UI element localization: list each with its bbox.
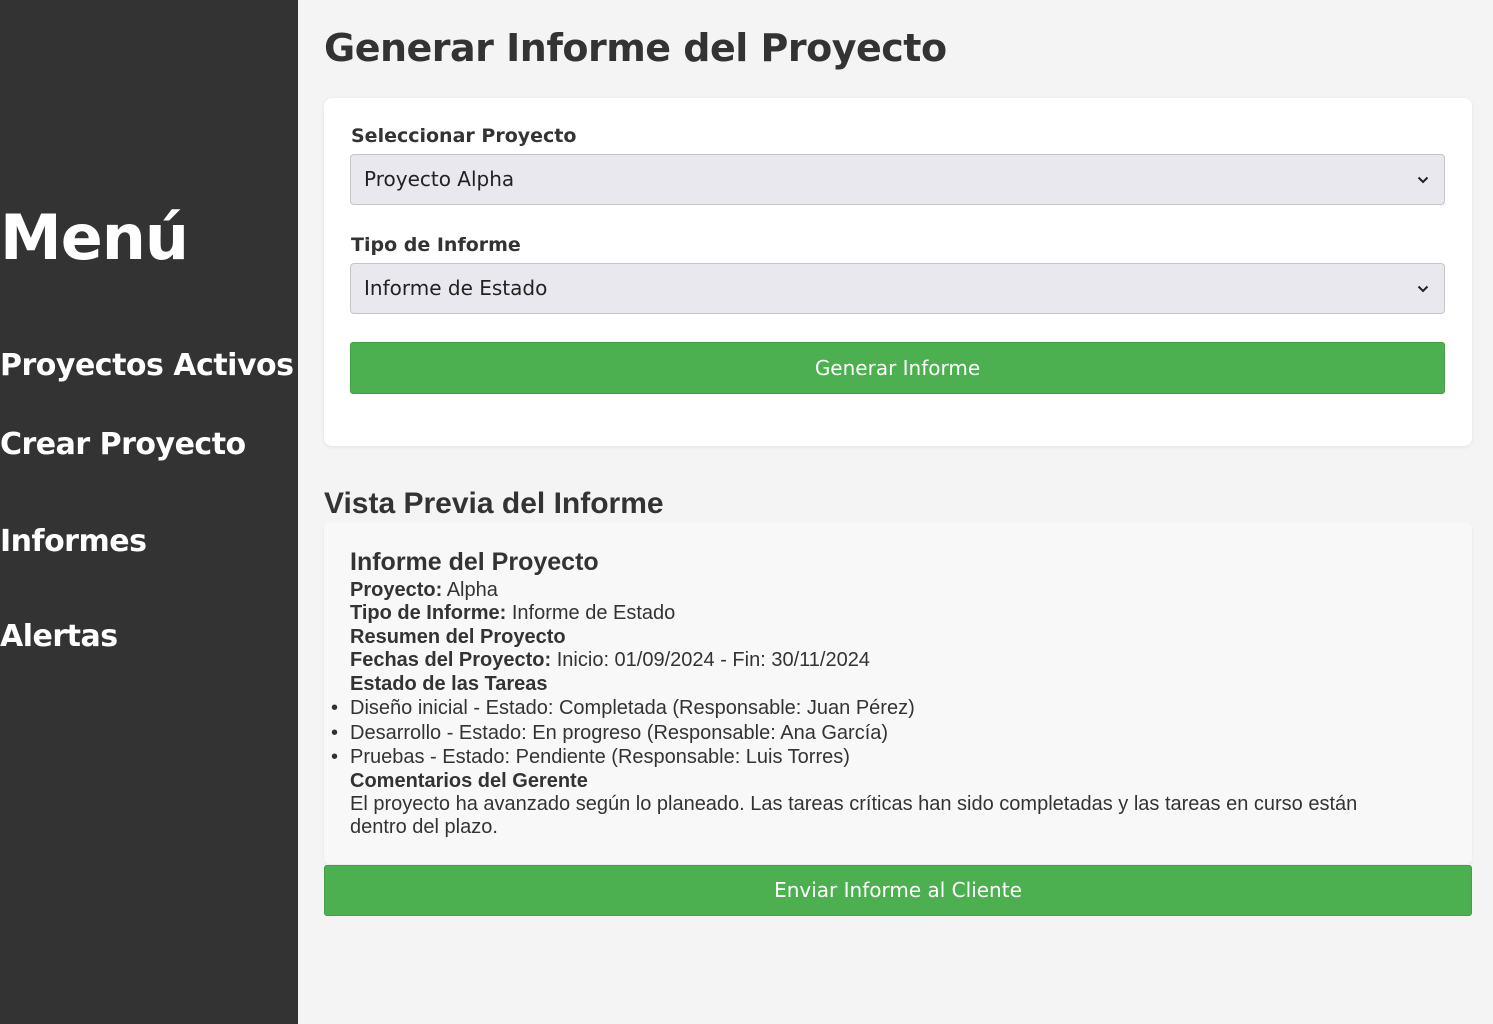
report-type-row: Tipo de Informe: Informe de Estado [350, 602, 1430, 625]
list-item: Diseño inicial - Estado: Completada (Res… [331, 696, 1430, 721]
list-item: Desarrollo - Estado: En progreso (Respon… [331, 721, 1430, 746]
page-title: Generar Informe del Proyecto [324, 26, 947, 70]
sidebar-title: Menú [0, 201, 189, 274]
report-type-select-value: Informe de Estado [364, 276, 548, 300]
report-project-row: Proyecto: Alpha [350, 579, 1430, 602]
report-type-select-label: Tipo de Informe [351, 234, 521, 256]
report-type-key: Tipo de Informe: [350, 602, 507, 625]
summary-heading: Resumen del Proyecto [350, 625, 566, 648]
project-select-label: Seleccionar Proyecto [351, 125, 577, 147]
report-preview: Informe del Proyecto Proyecto: Alpha Tip… [324, 522, 1472, 864]
list-item: Pruebas - Estado: Pendiente (Responsable… [331, 745, 1430, 770]
tasks-heading: Estado de las Tareas [350, 672, 548, 695]
report-form-card: Seleccionar Proyecto Proyecto Alpha Tipo… [324, 98, 1472, 446]
report-project-key: Proyecto: [350, 579, 443, 601]
report-dates-row: Fechas del Proyecto: Inicio: 01/09/2024 … [350, 649, 1430, 672]
manager-comments: El proyecto ha avanzado según lo planead… [350, 792, 1358, 839]
comments-heading: Comentarios del Gerente [350, 769, 588, 792]
report-type-value: Informe de Estado [511, 602, 676, 625]
preview-section-title: Vista Previa del Informe [324, 487, 664, 520]
task-list: Diseño inicial - Estado: Completada (Res… [331, 696, 1430, 770]
sidebar-item-proyectos-activos[interactable]: Proyectos Activos [0, 346, 294, 386]
project-select-value: Proyecto Alpha [364, 167, 515, 191]
project-select[interactable]: Proyecto Alpha [350, 154, 1445, 205]
chevron-down-icon [1416, 264, 1430, 313]
generate-report-button[interactable]: Generar Informe [350, 342, 1445, 394]
report-type-select[interactable]: Informe de Estado [350, 263, 1445, 314]
sidebar: Menú Proyectos Activos Crear Proyecto In… [0, 0, 298, 1024]
sidebar-item-informes[interactable]: Informes [0, 522, 147, 562]
report-dates-key: Fechas del Proyecto: [350, 649, 552, 672]
chevron-down-icon [1416, 155, 1430, 204]
report-dates-value: Inicio: 01/09/2024 - Fin: 30/11/2024 [556, 649, 870, 672]
send-report-button[interactable]: Enviar Informe al Cliente [324, 865, 1472, 916]
report-project-value: Alpha [446, 579, 498, 601]
sidebar-item-alertas[interactable]: Alertas [0, 617, 118, 657]
sidebar-item-crear-proyecto[interactable]: Crear Proyecto [0, 425, 246, 465]
report-heading: Informe del Proyecto [350, 548, 599, 576]
